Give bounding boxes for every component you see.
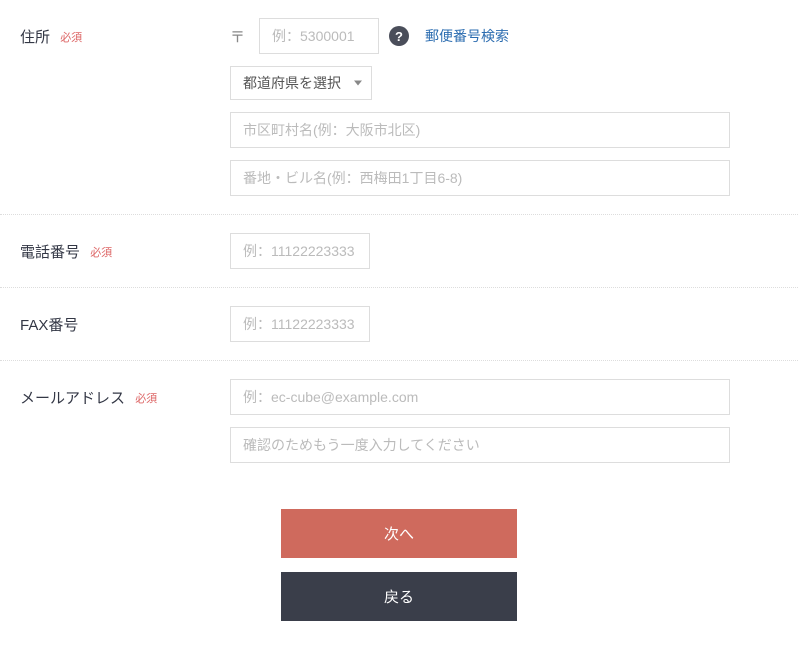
- required-badge: 必須: [90, 247, 112, 259]
- email-inputs: [230, 379, 778, 463]
- next-button[interactable]: 次へ: [281, 509, 517, 558]
- prefecture-select[interactable]: 都道府県を選択: [230, 66, 372, 100]
- phone-input[interactable]: [230, 233, 370, 269]
- form-group-address: 住所 必須 〒 ? 郵便番号検索 都道府県を選択: [0, 0, 798, 215]
- street-input[interactable]: [230, 160, 730, 196]
- prefecture-select-wrap: 都道府県を選択: [230, 66, 372, 100]
- back-button[interactable]: 戻る: [281, 572, 517, 621]
- fax-inputs: [230, 306, 778, 342]
- email-input[interactable]: [230, 379, 730, 415]
- city-input[interactable]: [230, 112, 730, 148]
- postal-code-input[interactable]: [259, 18, 379, 54]
- label-fax: FAX番号: [20, 306, 230, 335]
- form-group-fax: FAX番号: [0, 288, 798, 361]
- form-group-phone: 電話番号 必須: [0, 215, 798, 288]
- label-address: 住所 必須: [20, 18, 230, 47]
- label-address-text: 住所: [20, 29, 50, 46]
- form-group-email: メールアドレス 必須: [0, 361, 798, 481]
- label-fax-text: FAX番号: [20, 317, 78, 334]
- button-area: 次へ 戻る: [0, 481, 798, 661]
- email-confirm-input[interactable]: [230, 427, 730, 463]
- required-badge: 必須: [135, 393, 157, 405]
- label-email: メールアドレス 必須: [20, 379, 230, 408]
- address-inputs: 〒 ? 郵便番号検索 都道府県を選択: [230, 18, 778, 196]
- label-email-text: メールアドレス: [20, 390, 125, 407]
- phone-inputs: [230, 233, 778, 269]
- label-phone: 電話番号 必須: [20, 233, 230, 262]
- fax-input[interactable]: [230, 306, 370, 342]
- required-badge: 必須: [60, 32, 82, 44]
- help-icon[interactable]: ?: [389, 26, 409, 46]
- postal-mark: 〒: [230, 26, 245, 47]
- zip-search-link[interactable]: 郵便番号検索: [425, 26, 509, 46]
- label-phone-text: 電話番号: [20, 244, 80, 261]
